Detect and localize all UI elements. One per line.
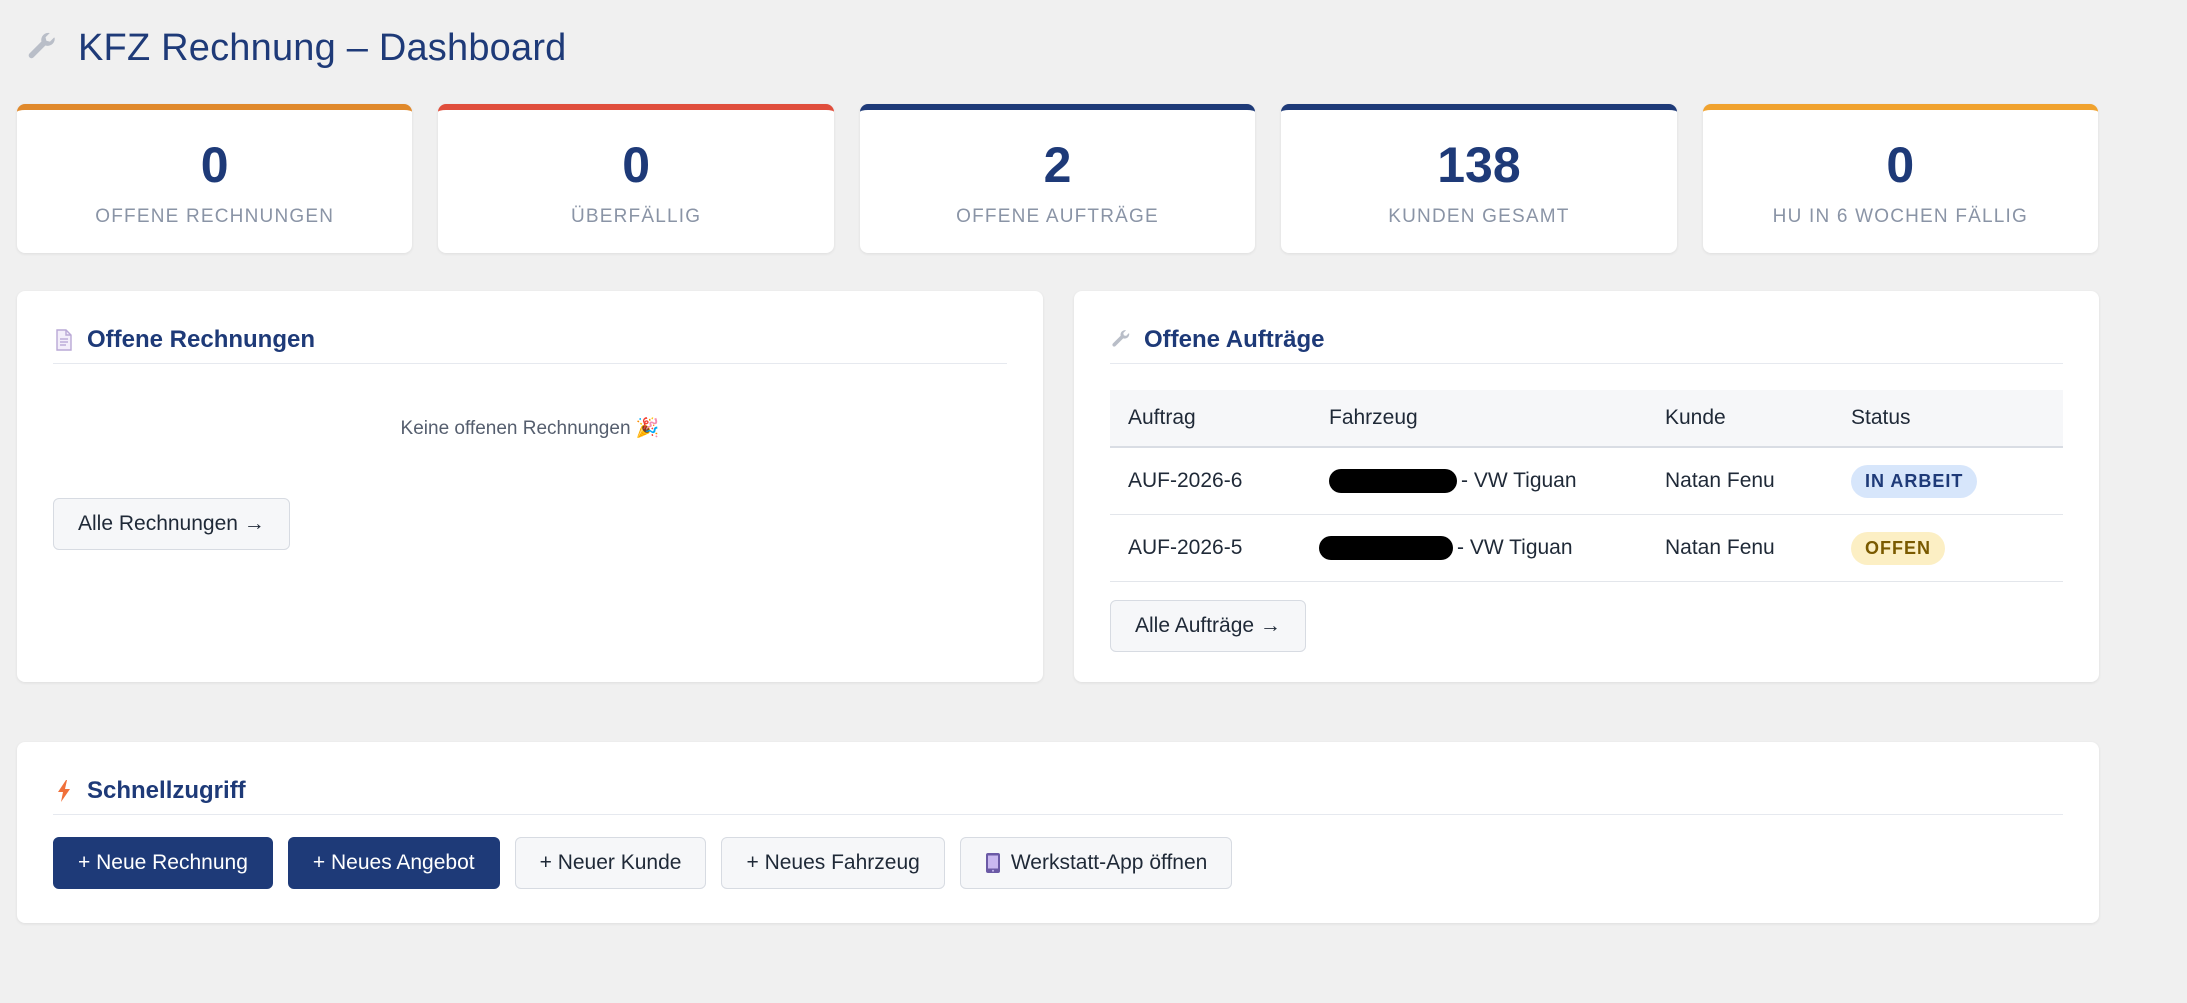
column-header-order: Auftrag [1110, 390, 1311, 448]
vehicle-name: - VW Tiguan [1457, 535, 1573, 559]
stat-value: 0 [622, 137, 651, 193]
stat-card-hu-due: 0 HU IN 6 WOCHEN FÄLLIG [1702, 104, 2099, 253]
panel-title: Schnellzugriff [87, 777, 246, 804]
dashboard-page: KFZ Rechnung – Dashboard 0 OFFENE RECHNU… [0, 0, 2187, 1003]
all-orders-button[interactable]: Alle Aufträge → [1110, 600, 1306, 652]
stat-label: OFFENE AUFTRÄGE [956, 206, 1159, 227]
page-header: KFZ Rechnung – Dashboard [24, 20, 567, 76]
stat-card-open-orders: 2 OFFENE AUFTRÄGE [859, 104, 1256, 253]
panel-title: Offene Aufträge [1144, 326, 1325, 353]
new-customer-button[interactable]: + Neuer Kunde [514, 837, 707, 889]
redacted-plate [1329, 469, 1457, 494]
stat-card-total-customers: 138 KUNDEN GESAMT [1281, 104, 1677, 253]
tablet-icon [985, 852, 1001, 874]
status-badge: IN ARBEIT [1851, 464, 1978, 498]
stat-value: 138 [1437, 137, 1521, 193]
stat-label: HU IN 6 WOCHEN FÄLLIG [1772, 206, 2028, 227]
stat-card-overdue: 0 ÜBERFÄLLIG [438, 104, 834, 253]
quick-buttons: + Neue Rechnung + Neues Angebot + Neuer … [53, 837, 2063, 889]
table-header-row: Auftrag Fahrzeug Kunde Status [1110, 390, 2063, 448]
status-badge: OFFEN [1851, 531, 1945, 565]
stats-row: 0 OFFENE RECHNUNGEN 0 ÜBERFÄLLIG 2 OFFEN… [17, 104, 2099, 253]
new-offer-button[interactable]: + Neues Angebot [287, 837, 500, 889]
quick-access-panel: Schnellzugriff + Neue Rechnung + Neues A… [17, 742, 2099, 923]
stat-label: KUNDEN GESAMT [1388, 206, 1570, 227]
stat-card-open-invoices: 0 OFFENE RECHNUNGEN [17, 104, 413, 253]
table-row[interactable]: AUF-2026-6 - VW Tiguan Natan Fenu IN ARB… [1110, 447, 2063, 515]
table-row[interactable]: AUF-2026-5 - VW Tiguan Natan Fenu OFFEN [1110, 514, 2063, 582]
column-header-vehicle: Fahrzeug [1311, 390, 1647, 448]
new-vehicle-button[interactable]: + Neues Fahrzeug [721, 837, 945, 889]
panel-title: Offene Rechnungen [87, 326, 316, 353]
column-header-status: Status [1833, 390, 2063, 448]
all-invoices-button[interactable]: Alle Rechnungen → [53, 498, 290, 550]
open-invoices-panel: Offene Rechnungen Keine offenen Rechnung… [17, 291, 1043, 682]
open-orders-panel: Offene Aufträge Auftrag Fahrzeug Kunde S… [1074, 291, 2099, 682]
redacted-plate [1319, 536, 1453, 561]
lightning-icon [53, 780, 75, 802]
vehicle-cell: - VW Tiguan [1311, 447, 1647, 515]
vehicle-cell: - VW Tiguan [1311, 514, 1647, 582]
status-cell: OFFEN [1833, 514, 2063, 582]
customer-name: Natan Fenu [1647, 514, 1833, 582]
stat-value: 2 [1043, 137, 1072, 193]
workshop-app-button[interactable]: Werkstatt-App öffnen [959, 837, 1233, 889]
status-cell: IN ARBEIT [1833, 447, 2063, 515]
panel-header: Offene Rechnungen [53, 317, 1007, 364]
button-row: Alle Aufträge → [1110, 600, 2063, 652]
panel-header: Offene Aufträge [1110, 317, 2063, 364]
wrench-icon [24, 30, 60, 66]
button-row: Alle Rechnungen → [53, 498, 1007, 550]
workshop-app-label: Werkstatt-App öffnen [1010, 851, 1208, 874]
order-number: AUF-2026-6 [1110, 447, 1311, 515]
page-title: KFZ Rechnung – Dashboard [78, 26, 567, 69]
order-number: AUF-2026-5 [1110, 514, 1311, 582]
stat-value: 0 [1886, 137, 1915, 193]
orders-table: Auftrag Fahrzeug Kunde Status AUF-2026-6… [1110, 390, 2063, 582]
stat-label: ÜBERFÄLLIG [570, 206, 702, 227]
panel-header: Schnellzugriff [53, 768, 2063, 815]
wrench-icon [1110, 329, 1132, 351]
stat-label: OFFENE RECHNUNGEN [95, 206, 335, 227]
stat-value: 0 [200, 137, 229, 193]
document-icon [53, 329, 75, 351]
vehicle-name: - VW Tiguan [1461, 468, 1577, 492]
column-header-customer: Kunde [1647, 390, 1833, 448]
new-invoice-button[interactable]: + Neue Rechnung [53, 837, 273, 889]
empty-invoices-message: Keine offenen Rechnungen 🎉 [400, 418, 660, 439]
customer-name: Natan Fenu [1647, 447, 1833, 515]
